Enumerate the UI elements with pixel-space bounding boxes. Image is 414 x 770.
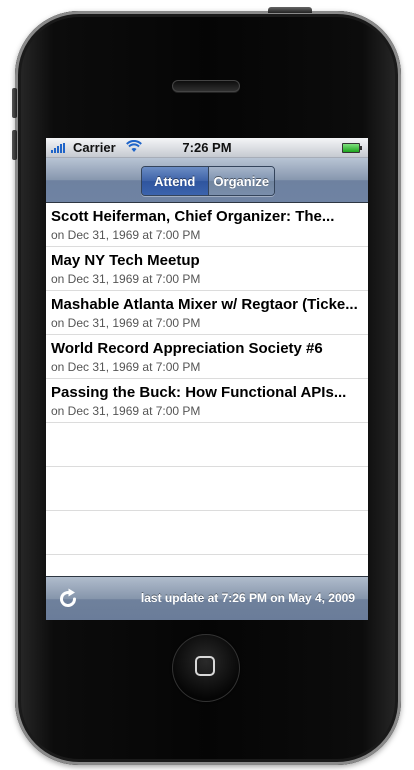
list-item[interactable]: World Record Appreciation Society #6 on … — [46, 335, 368, 379]
event-date: on Dec 31, 1969 at 7:00 PM — [51, 404, 201, 418]
segment-attend[interactable]: Attend — [142, 167, 209, 195]
navigation-bar: Attend Organize — [46, 158, 368, 203]
event-title: May NY Tech Meetup — [51, 252, 200, 269]
screen: Carrier 7:26 PM Attend Organize Scott He… — [46, 138, 368, 620]
empty-row — [46, 423, 368, 467]
event-title: Scott Heiferman, Chief Organizer: The... — [51, 208, 335, 225]
event-date: on Dec 31, 1969 at 7:00 PM — [51, 316, 201, 330]
empty-row — [46, 467, 368, 511]
status-bar: Carrier 7:26 PM — [46, 138, 368, 158]
event-date: on Dec 31, 1969 at 7:00 PM — [51, 272, 201, 286]
event-title: Mashable Atlanta Mixer w/ Regtaor (Ticke… — [51, 296, 358, 313]
list-item[interactable]: Passing the Buck: How Functional APIs...… — [46, 379, 368, 423]
last-update-label: last update at 7:26 PM on May 4, 2009 — [140, 591, 355, 605]
event-date: on Dec 31, 1969 at 7:00 PM — [51, 228, 201, 242]
volume-down-button — [12, 130, 17, 160]
home-button-icon — [195, 656, 215, 676]
empty-row — [46, 511, 368, 555]
events-list: Scott Heiferman, Chief Organizer: The...… — [46, 203, 368, 555]
volume-up-button — [12, 88, 17, 118]
attend-organize-segmented-control[interactable]: Attend Organize — [141, 166, 275, 196]
event-date: on Dec 31, 1969 at 7:00 PM — [51, 360, 201, 374]
earpiece-speaker — [172, 80, 240, 92]
list-item[interactable]: Mashable Atlanta Mixer w/ Regtaor (Ticke… — [46, 291, 368, 335]
event-title: Passing the Buck: How Functional APIs... — [51, 384, 347, 401]
list-item[interactable]: Scott Heiferman, Chief Organizer: The...… — [46, 203, 368, 247]
segment-organize[interactable]: Organize — [208, 167, 274, 195]
refresh-icon[interactable] — [56, 587, 80, 611]
battery-icon — [342, 143, 362, 153]
bottom-toolbar: last update at 7:26 PM on May 4, 2009 — [46, 576, 368, 620]
status-time: 7:26 PM — [182, 140, 232, 155]
event-title: World Record Appreciation Society #6 — [51, 340, 323, 357]
list-item[interactable]: May NY Tech Meetup on Dec 31, 1969 at 7:… — [46, 247, 368, 291]
sleep-button — [268, 7, 312, 13]
